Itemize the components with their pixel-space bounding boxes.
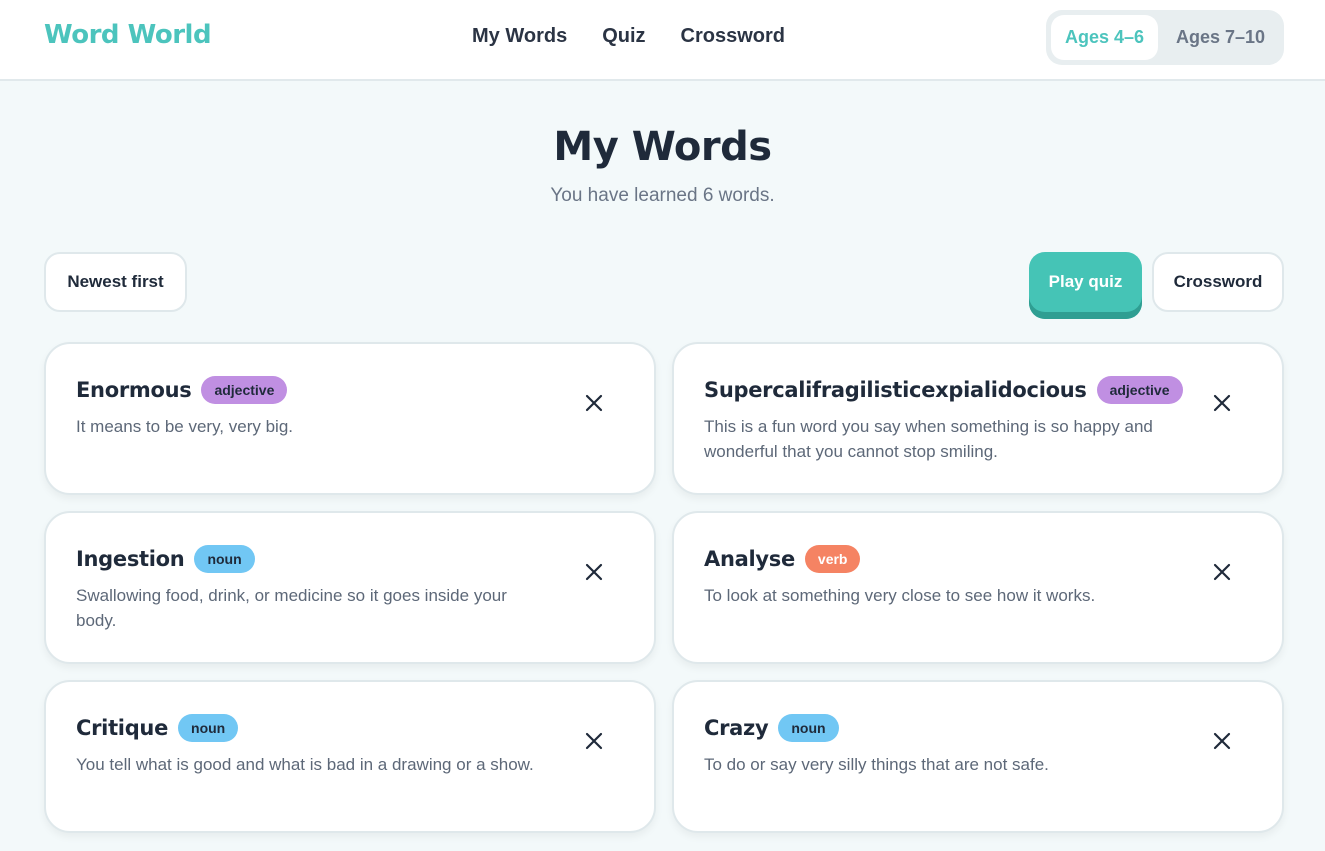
word-definition: You tell what is good and what is bad in… <box>76 755 534 774</box>
word-title: Analyse <box>704 547 795 571</box>
age-7-10-button[interactable]: Ages 7–10 <box>1162 15 1279 60</box>
close-icon[interactable] <box>584 562 604 582</box>
age-toggle: Ages 4–6 Ages 7–10 <box>1046 10 1284 65</box>
word-type-badge: noun <box>778 714 839 742</box>
word-definition: Swallowing food, drink, or medicine so i… <box>76 586 507 630</box>
page-subtitle: You have learned 6 words. <box>550 185 775 206</box>
close-icon[interactable] <box>1212 393 1232 413</box>
sort-button[interactable]: Newest first <box>44 252 187 312</box>
word-definition: It means to be very, very big. <box>76 417 293 436</box>
word-definition: This is a fun word you say when somethin… <box>704 417 1153 461</box>
word-title: Critique <box>76 716 169 740</box>
logo[interactable]: Word World <box>44 20 212 50</box>
nav-my-words[interactable]: My Words <box>472 25 567 48</box>
crossword-button[interactable]: Crossword <box>1152 252 1284 312</box>
word-type-badge: adjective <box>201 376 288 404</box>
page-title: My Words <box>553 124 772 170</box>
word-title: Ingestion <box>76 547 185 571</box>
word-type-badge: noun <box>194 545 255 573</box>
word-card: Ingestion noun Swallowing food, drink, o… <box>44 511 656 664</box>
top-bar: Word World My Words Quiz Crossword Ages … <box>0 0 1325 81</box>
play-quiz-button[interactable]: Play quiz <box>1029 252 1142 319</box>
word-type-badge: verb <box>804 545 861 573</box>
word-card: Critique noun You tell what is good and … <box>44 680 656 833</box>
word-type-badge: noun <box>178 714 239 742</box>
close-icon[interactable] <box>584 393 604 413</box>
main-nav: My Words Quiz Crossword <box>472 25 785 48</box>
nav-quiz[interactable]: Quiz <box>602 25 645 48</box>
word-title: Supercalifragilisticexpialidocious <box>704 378 1087 402</box>
nav-crossword[interactable]: Crossword <box>681 25 785 48</box>
word-definition: To do or say very silly things that are … <box>704 755 1049 774</box>
word-card: Enormous adjective It means to be very, … <box>44 342 656 495</box>
close-icon[interactable] <box>1212 562 1232 582</box>
word-definition: To look at something very close to see h… <box>704 586 1096 605</box>
word-title: Enormous <box>76 378 192 402</box>
close-icon[interactable] <box>584 731 604 751</box>
word-title: Crazy <box>704 716 769 740</box>
word-card: Crazy noun To do or say very silly thing… <box>672 680 1284 833</box>
word-card: Analyse verb To look at something very c… <box>672 511 1284 664</box>
word-type-badge: adjective <box>1096 376 1183 404</box>
close-icon[interactable] <box>1212 731 1232 751</box>
word-card: Supercalifragilisticexpialidocious adjec… <box>672 342 1284 495</box>
age-4-6-button[interactable]: Ages 4–6 <box>1051 15 1158 60</box>
